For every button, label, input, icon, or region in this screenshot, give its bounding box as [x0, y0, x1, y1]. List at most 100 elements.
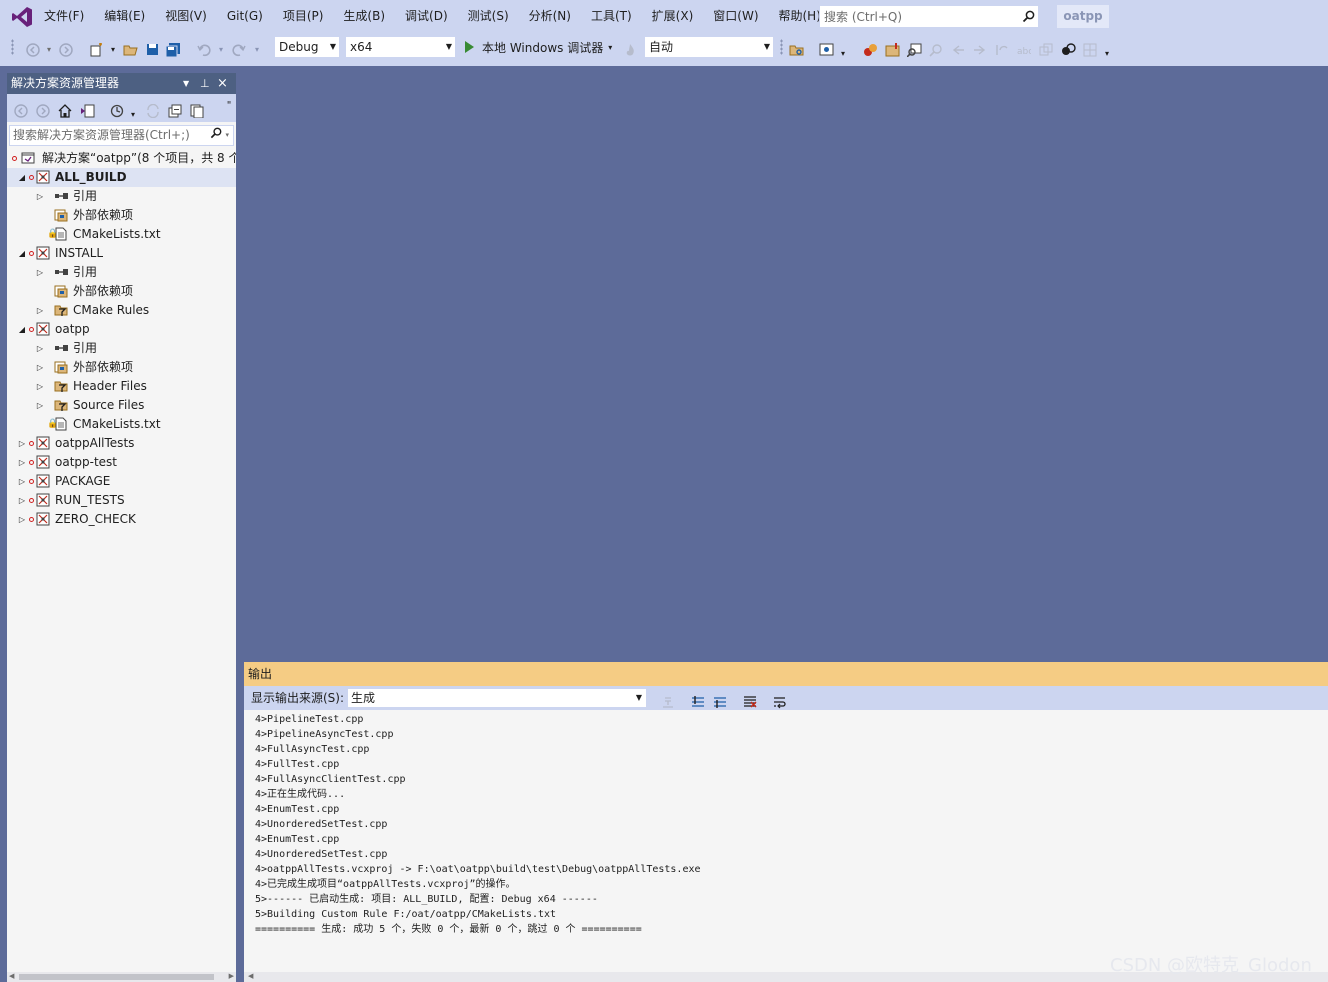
switch-views-icon[interactable]	[79, 99, 95, 122]
toolbar-grip[interactable]	[11, 39, 14, 55]
back-icon[interactable]	[25, 38, 41, 61]
find-disabled-icon[interactable]	[928, 38, 944, 61]
menu-item[interactable]: Git(G)	[217, 0, 273, 33]
expand-arrow-icon[interactable]: ▷	[17, 434, 27, 453]
tree-item[interactable]: ▷ Source Files	[7, 396, 236, 415]
platform-select[interactable]: x64 ▼	[345, 36, 456, 58]
pin-icon[interactable]: ⊥	[200, 73, 210, 94]
tree-item[interactable]: 🔒 CMakeLists.txt	[7, 225, 236, 244]
expand-arrow-icon[interactable]: ▷	[35, 301, 45, 320]
scroll-left-icon[interactable]: ◀	[248, 972, 253, 980]
tree-item[interactable]: 🔒 CMakeLists.txt	[7, 415, 236, 434]
redo-dropdown-icon[interactable]: ▾	[252, 38, 262, 61]
clear-all-icon[interactable]	[742, 690, 758, 713]
tree-item[interactable]: ◢ INSTALL	[7, 244, 236, 263]
folder-search-icon[interactable]	[788, 38, 804, 61]
tree-item[interactable]: 解决方案“oatpp”(8 个项目，共 8 个	[7, 149, 236, 168]
new-project-icon[interactable]	[88, 38, 104, 61]
sync-disabled-icon[interactable]	[145, 99, 161, 122]
tree-item[interactable]: ▷ 引用	[7, 263, 236, 282]
forward-icon[interactable]	[35, 99, 51, 122]
menu-item[interactable]: 扩展(X)	[642, 0, 704, 33]
navigate-back-disabled-icon[interactable]	[950, 38, 966, 61]
visual-studio-logo-icon[interactable]	[0, 0, 44, 33]
tree-item[interactable]: ◢ ALL_BUILD	[7, 168, 236, 187]
panel-menu-chevron-icon[interactable]: ▼	[183, 73, 189, 94]
close-icon[interactable]: ×	[217, 73, 228, 94]
show-all-files-icon[interactable]	[189, 99, 205, 122]
expand-arrow-icon[interactable]: ▷	[17, 491, 27, 510]
save-icon[interactable]	[144, 38, 160, 61]
tree-item[interactable]: 外部依赖项	[7, 206, 236, 225]
menu-item[interactable]: 编辑(E)	[94, 0, 155, 33]
live-share-icon[interactable]	[1060, 38, 1076, 61]
tree-item[interactable]: 外部依赖项	[7, 282, 236, 301]
tree-item[interactable]: ▷ 外部依赖项	[7, 358, 236, 377]
undo-dropdown-icon[interactable]: ▾	[216, 38, 226, 61]
menu-item[interactable]: 文件(F)	[44, 0, 94, 33]
menu-item[interactable]: 调试(D)	[395, 0, 458, 33]
expand-arrow-icon[interactable]: ▷	[35, 187, 45, 206]
tree-item[interactable]: ▷ PACKAGE	[7, 472, 236, 491]
next-message-icon[interactable]	[712, 690, 728, 713]
horizontal-scrollbar[interactable]: ◀ ▶	[7, 972, 236, 982]
tree-item[interactable]: ▷ 引用	[7, 187, 236, 206]
word-wrap-icon[interactable]	[772, 690, 788, 713]
expand-arrow-icon[interactable]: ▷	[17, 453, 27, 472]
expand-arrow-icon[interactable]: ▷	[35, 339, 45, 358]
scroll-left-icon[interactable]: ◀	[9, 972, 14, 980]
home-icon[interactable]	[57, 99, 73, 122]
redo-icon[interactable]	[231, 38, 247, 61]
forward-icon[interactable]	[58, 38, 74, 61]
back-icon[interactable]	[13, 99, 29, 122]
auto-select[interactable]: 自动 ▼	[644, 36, 774, 58]
spelling-disabled-icon[interactable]: abc	[1016, 38, 1032, 61]
git-changes-icon[interactable]	[884, 38, 900, 61]
find-message-disabled-icon[interactable]	[660, 690, 676, 713]
menu-item[interactable]: 工具(T)	[581, 0, 642, 33]
dropdown-icon[interactable]: ▾	[838, 42, 848, 65]
previous-message-icon[interactable]	[690, 690, 706, 713]
hot-reload-icon[interactable]	[623, 38, 637, 61]
menu-item[interactable]: 视图(V)	[155, 0, 217, 33]
search-input[interactable]: 搜索 (Ctrl+Q)	[819, 5, 1039, 28]
tree-item[interactable]: ▷ oatppAllTests	[7, 434, 236, 453]
collapse-arrow-icon[interactable]: ◢	[17, 244, 27, 263]
expand-arrow-icon[interactable]: ▷	[35, 358, 45, 377]
collapse-all-icon[interactable]	[167, 99, 183, 122]
navigate-forward-disabled-icon[interactable]	[972, 38, 988, 61]
undo-icon[interactable]	[196, 38, 212, 61]
toolbar-overflow-icon[interactable]: "	[225, 94, 233, 117]
diagnostics-icon[interactable]	[862, 38, 878, 61]
back-dropdown-icon[interactable]: ▾	[44, 38, 54, 61]
tree-item[interactable]: ▷ ZERO_CHECK	[7, 510, 236, 529]
solution-view-icon[interactable]	[818, 38, 834, 61]
tree-item[interactable]: ▷ RUN_TESTS	[7, 491, 236, 510]
output-text[interactable]: 4>PipelineTest.cpp 4>PipelineAsyncTest.cp…	[255, 712, 1315, 974]
scroll-right-icon[interactable]: ▶	[229, 972, 234, 980]
collapse-arrow-icon[interactable]: ◢	[17, 168, 27, 187]
new-project-dropdown-icon[interactable]: ▾	[108, 38, 118, 61]
expand-arrow-icon[interactable]: ▷	[35, 377, 45, 396]
tree-item[interactable]: ▷ 引用	[7, 339, 236, 358]
expand-arrow-icon[interactable]: ▷	[17, 510, 27, 529]
tree-item[interactable]: ▷ Header Files	[7, 377, 236, 396]
expand-arrow-icon[interactable]: ▷	[35, 396, 45, 415]
toolbar-grip[interactable]	[780, 39, 783, 55]
scrollbar-thumb[interactable]	[19, 974, 214, 980]
grid-disabled-icon[interactable]	[1082, 38, 1098, 61]
save-all-icon[interactable]	[165, 38, 181, 61]
tree-item[interactable]: ▷ oatpp-test	[7, 453, 236, 472]
expand-arrow-icon[interactable]: ▷	[17, 472, 27, 491]
pending-changes-filter-icon[interactable]	[109, 99, 125, 122]
configuration-select[interactable]: Debug ▼	[274, 36, 340, 58]
copy-disabled-icon[interactable]	[1038, 38, 1054, 61]
menu-item[interactable]: 生成(B)	[333, 0, 395, 33]
solution-search-input[interactable]: 搜索解决方案资源管理器(Ctrl+;) ▾	[9, 125, 234, 146]
menu-item[interactable]: 测试(S)	[458, 0, 519, 33]
expand-arrow-icon[interactable]: ▷	[35, 263, 45, 282]
menu-item[interactable]: 项目(P)	[273, 0, 334, 33]
output-source-select[interactable]: 生成 ▼	[347, 688, 647, 708]
open-folder-icon[interactable]	[122, 38, 138, 61]
tree-item[interactable]: ▷ CMake Rules	[7, 301, 236, 320]
